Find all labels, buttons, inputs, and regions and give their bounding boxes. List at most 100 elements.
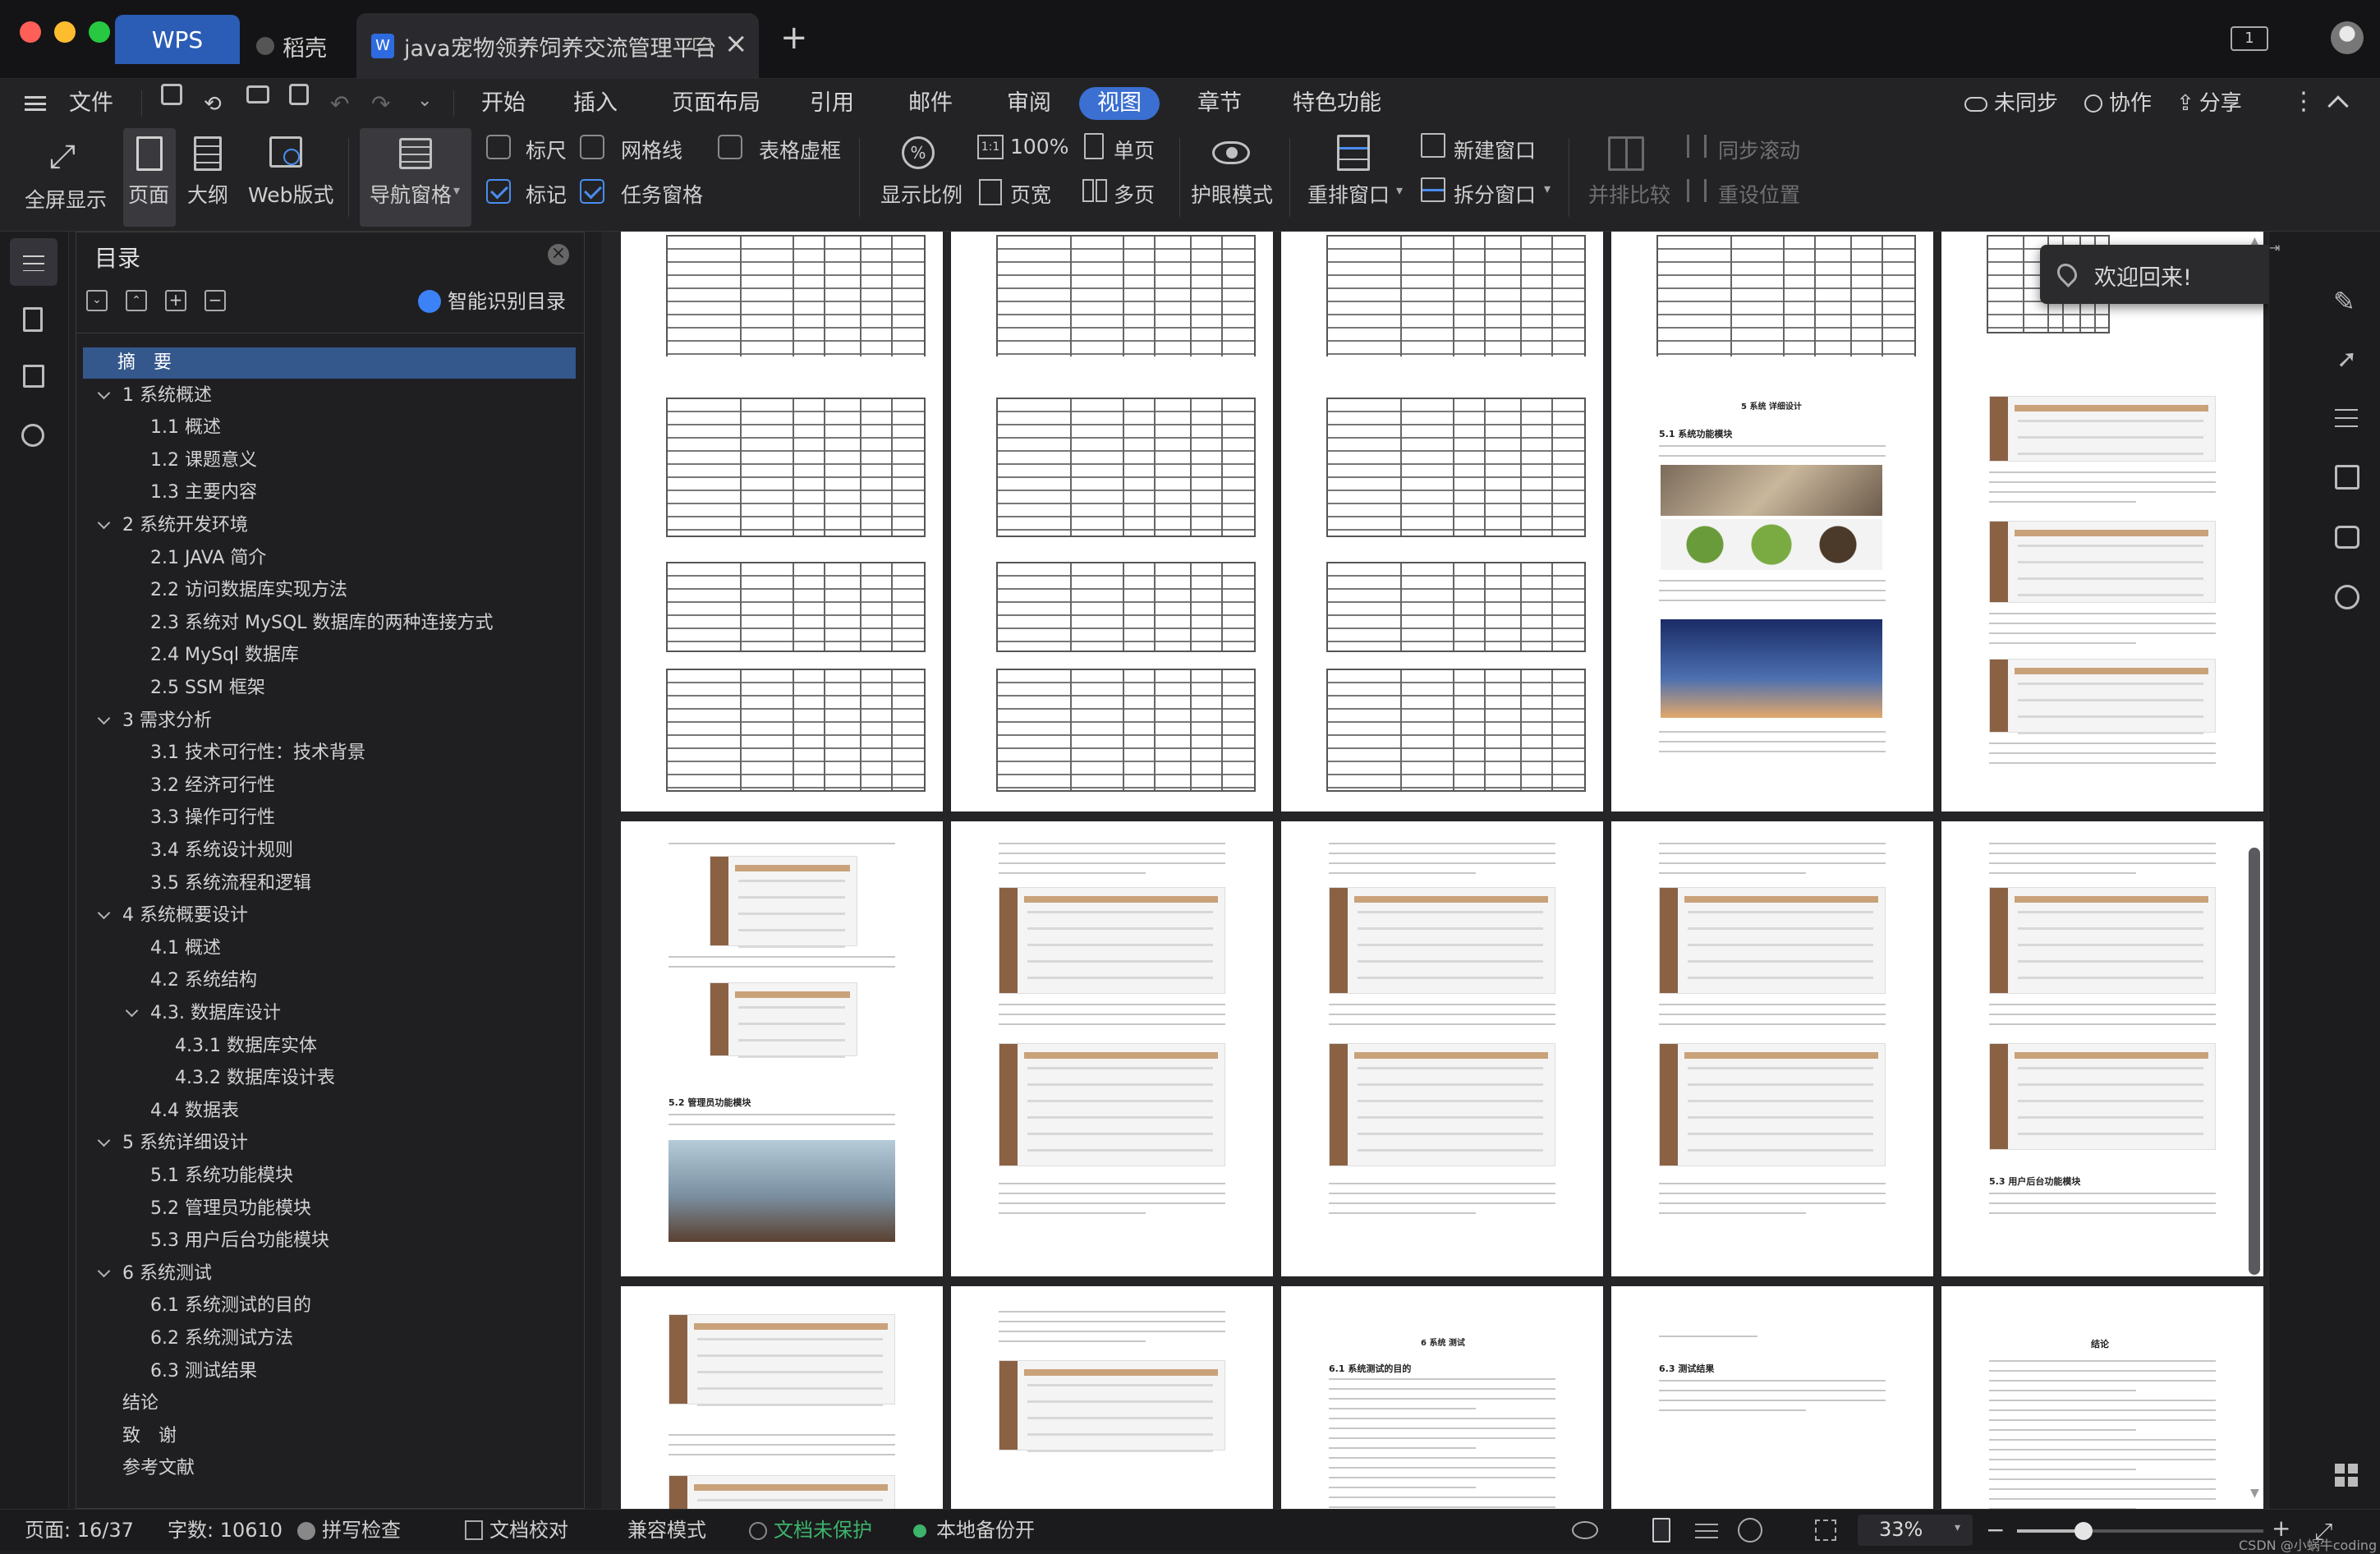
chevron-down-icon[interactable] <box>97 516 111 530</box>
toc-item[interactable]: 2.1 JAVA 简介 <box>83 543 576 574</box>
expand-all-icon[interactable]: ⌄ <box>86 290 108 311</box>
toc-item[interactable]: 结论 <box>83 1388 576 1419</box>
reset-position-button[interactable]: 重设位置 <box>1685 172 1825 214</box>
menu-insert[interactable]: 插入 <box>573 79 618 128</box>
vertical-scrollbar[interactable]: ▲ ▼ <box>2244 232 2265 1509</box>
task-pane-checkbox[interactable] <box>580 179 604 204</box>
tab-wps-home[interactable]: WPS <box>115 15 240 64</box>
toc-item[interactable]: 参考文献 <box>83 1453 576 1484</box>
document-page[interactable] <box>951 821 1273 1276</box>
ruler-checkbox[interactable] <box>486 135 511 159</box>
toc-item[interactable]: 5.3 用户后台功能模块 <box>83 1225 576 1257</box>
document-page[interactable] <box>1941 356 2263 811</box>
toc-item[interactable]: 4.1 概述 <box>83 933 576 964</box>
rearrange-windows-button[interactable]: 重排窗口 ▾ <box>1301 128 1408 227</box>
spell-check-button[interactable]: 拼写检查 <box>297 1510 401 1552</box>
document-page[interactable] <box>621 356 943 811</box>
toc-item[interactable]: 3.1 技术可行性：技术背景 <box>83 738 576 769</box>
tab-daoke[interactable]: 稻壳 <box>256 13 347 79</box>
document-page[interactable] <box>951 1286 1273 1509</box>
zoom-100-button[interactable]: 1:1 100% <box>974 128 1068 169</box>
toc-item[interactable]: 6.3 测试结果 <box>83 1356 576 1387</box>
close-tab-icon[interactable]: × <box>724 30 748 57</box>
zoom-window-button[interactable] <box>89 21 110 43</box>
translate-icon[interactable] <box>2335 526 2359 549</box>
menu-mail[interactable]: 邮件 <box>908 79 953 128</box>
protection-status[interactable]: 文档未保护 <box>749 1510 872 1552</box>
toc-item[interactable]: 4.3. 数据库设计 <box>83 998 576 1029</box>
collapse-ribbon-icon[interactable] <box>2327 95 2349 117</box>
document-page[interactable]: 5.2 管理员功能模块 <box>621 821 943 1276</box>
menu-review[interactable]: 审阅 <box>1007 79 1051 128</box>
scrollbar-thumb[interactable] <box>2249 848 2260 1275</box>
redo-icon[interactable]: ↷ <box>371 90 390 117</box>
document-page[interactable]: 5.3 用户后台功能模块 <box>1941 821 2263 1276</box>
pen-icon[interactable]: ✎ <box>2333 286 2355 317</box>
chevron-down-icon[interactable] <box>97 1134 111 1147</box>
page-count[interactable]: 页面: 16/37 <box>25 1510 134 1552</box>
document-page[interactable]: 结论 <box>1941 1286 2263 1509</box>
undo-history-icon[interactable]: ⟲ <box>204 92 222 117</box>
toc-item[interactable]: 2 系统开发环境 <box>83 510 576 541</box>
document-page[interactable] <box>1281 356 1603 811</box>
pages-panel-icon[interactable] <box>23 307 43 332</box>
chevron-down-icon[interactable] <box>97 906 111 920</box>
find-panel-icon[interactable] <box>21 424 44 447</box>
collaborate-button[interactable]: 协作 <box>2084 79 2152 128</box>
adjust-settings-icon[interactable] <box>2335 406 2358 427</box>
page-view-button[interactable]: 页面 <box>123 128 176 227</box>
menu-page-layout[interactable]: 页面布局 <box>672 79 760 128</box>
share-button[interactable]: ⇪ 分享 <box>2176 79 2242 128</box>
page-view-status-icon[interactable] <box>1652 1518 1670 1543</box>
chevron-down-icon[interactable] <box>97 1264 111 1278</box>
eye-protect-icon[interactable] <box>1572 1521 1598 1539</box>
menu-references[interactable]: 引用 <box>810 79 854 128</box>
zoom-slider[interactable] <box>2017 1522 2263 1540</box>
toc-item[interactable]: 6.2 系统测试方法 <box>83 1323 576 1354</box>
close-window-button[interactable] <box>20 21 41 43</box>
bookmark-panel-icon[interactable] <box>23 365 44 388</box>
document-page[interactable] <box>951 356 1273 811</box>
document-area[interactable]: 5 系统 详细设计 5.1 系统功能模块 5.2 管理员功能模块 5.3 用户后台功能… <box>601 232 2268 1509</box>
document-page[interactable]: 6.3 测试结果 <box>1611 1286 1933 1509</box>
history-icon[interactable] <box>2335 585 2359 609</box>
fit-page-icon[interactable] <box>1815 1520 1836 1541</box>
toc-item[interactable]: 2.5 SSM 框架 <box>83 673 576 704</box>
nav-pane-button[interactable]: 导航窗格 ▾ <box>360 128 471 227</box>
toc-item[interactable]: 5 系统详细设计 <box>83 1128 576 1159</box>
more-options-icon[interactable]: ⋮ <box>2291 87 2316 117</box>
collapse-all-icon[interactable]: ⌃ <box>126 290 147 311</box>
remove-heading-icon[interactable]: − <box>204 290 226 311</box>
single-page-button[interactable]: 单页 <box>1081 128 1171 169</box>
fullscreen-button[interactable]: ⤢ 全屏显示 <box>18 133 113 222</box>
toc-item[interactable]: 摘 要 <box>83 347 576 379</box>
toc-item[interactable]: 1.2 课题意义 <box>83 445 576 476</box>
zoom-select[interactable]: 33% ▾ <box>1858 1515 1973 1546</box>
image-tool-icon[interactable] <box>2335 465 2359 490</box>
toc-item[interactable]: 5.2 管理员功能模块 <box>83 1193 576 1225</box>
menu-file[interactable]: 文件 <box>69 79 113 128</box>
toc-item[interactable]: 3.3 操作可行性 <box>83 802 576 834</box>
print-icon[interactable] <box>246 85 269 103</box>
toc-item[interactable]: 3.2 经济可行性 <box>83 770 576 802</box>
print-preview-icon[interactable] <box>289 84 309 105</box>
zoom-ratio-button[interactable]: % 显示比例 <box>875 128 966 227</box>
toc-item[interactable]: 4.4 数据表 <box>83 1096 576 1127</box>
window-layout-button[interactable]: 1 <box>2231 26 2268 51</box>
quick-access-dropdown-icon[interactable]: ⌄ <box>417 90 432 111</box>
chevron-down-icon[interactable] <box>97 386 111 399</box>
toc-item[interactable]: 1 系统概述 <box>83 380 576 411</box>
document-page[interactable]: 5 系统 详细设计 5.1 系统功能模块 <box>1611 356 1933 811</box>
toc-item[interactable]: 4.3.2 数据库设计表 <box>83 1063 576 1094</box>
web-view-button[interactable]: Web版式 <box>243 128 335 227</box>
grid-apps-icon[interactable] <box>2335 1464 2358 1487</box>
toc-item[interactable]: 5.1 系统功能模块 <box>83 1161 576 1192</box>
chevron-down-icon[interactable] <box>125 1004 139 1018</box>
document-page[interactable] <box>1281 821 1603 1276</box>
web-view-status-icon[interactable] <box>1738 1518 1762 1543</box>
menu-view[interactable]: 视图 <box>1079 87 1160 120</box>
smart-toc-button[interactable]: 智能识别目录 <box>418 285 566 318</box>
toc-item[interactable]: 2.4 MySql 数据库 <box>83 640 576 671</box>
multi-page-button[interactable]: 多页 <box>1081 172 1171 214</box>
toc-item[interactable]: 3 需求分析 <box>83 706 576 737</box>
